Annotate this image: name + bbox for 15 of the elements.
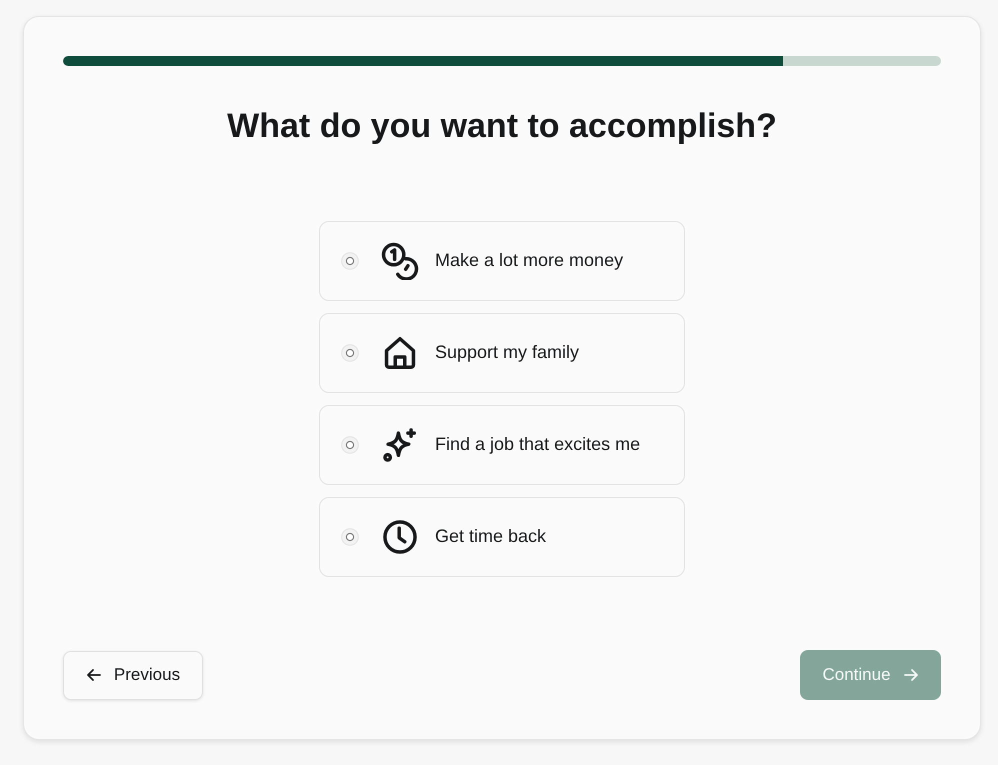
option-label: Find a job that excites me [435,433,640,456]
question-title: What do you want to accomplish? [226,106,778,147]
option-card[interactable]: Support my family [319,312,685,393]
clock-icon [381,518,419,556]
option-card[interactable]: Make a lot more money [319,220,685,301]
coins-icon [381,242,419,280]
sparkle-icon [381,426,419,464]
option-card[interactable]: Find a job that excites me [319,404,685,485]
arrow-left-icon [86,667,102,683]
option-label: Get time back [435,525,546,548]
previous-button[interactable]: Previous [63,650,203,700]
option-label: Make a lot more money [435,249,624,272]
arrow-right-icon [902,667,919,683]
option-label: Support my family [435,341,580,364]
option-card[interactable]: Get time back [319,496,685,577]
